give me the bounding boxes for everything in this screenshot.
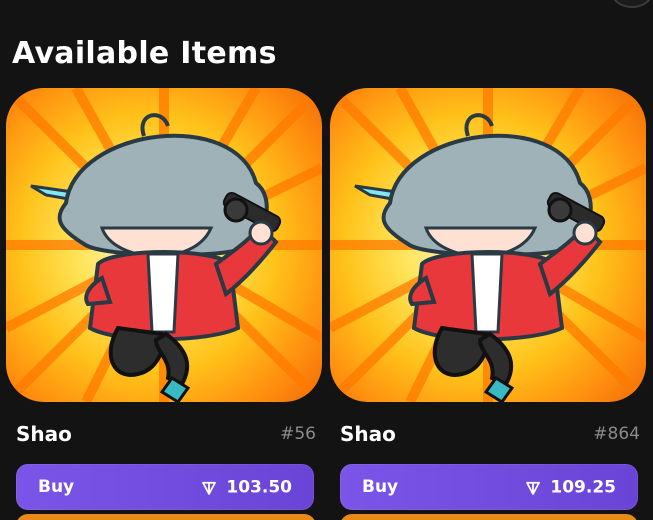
ton-diamond-icon [202, 481, 217, 495]
item-name: Shao [340, 422, 396, 446]
item-artwork[interactable] [6, 88, 322, 402]
buy-button-label: Buy [38, 477, 75, 497]
price-value: 103.50 [226, 477, 292, 498]
profile-avatar[interactable] [610, 0, 653, 8]
item-name: Shao [16, 422, 72, 446]
buy-button-label: Buy [362, 477, 399, 497]
item-title-row: Shao #864 [330, 418, 646, 448]
item-number: #864 [593, 424, 640, 444]
price-value: 109.25 [550, 477, 616, 498]
section-title: Available Items [12, 36, 277, 71]
next-item-card-edge[interactable] [340, 514, 638, 520]
item-card[interactable]: Shao #56 Buy 103.50 [6, 88, 322, 510]
character-illustration [330, 88, 646, 402]
item-artwork[interactable] [330, 88, 646, 402]
item-title-row: Shao #56 [6, 418, 322, 448]
item-number: #56 [280, 424, 316, 444]
ton-diamond-icon [526, 481, 541, 495]
item-card[interactable]: Shao #864 Buy 109.25 [330, 88, 646, 510]
marketplace-page: Available Items Shao #56 Buy 103.50 Shao… [0, 0, 653, 520]
character-illustration [6, 88, 322, 402]
price-group: 109.25 [524, 477, 616, 498]
next-item-card-edge[interactable] [16, 514, 316, 520]
price-group: 103.50 [200, 477, 292, 498]
buy-button[interactable]: Buy 103.50 [16, 464, 314, 510]
buy-button[interactable]: Buy 109.25 [340, 464, 638, 510]
